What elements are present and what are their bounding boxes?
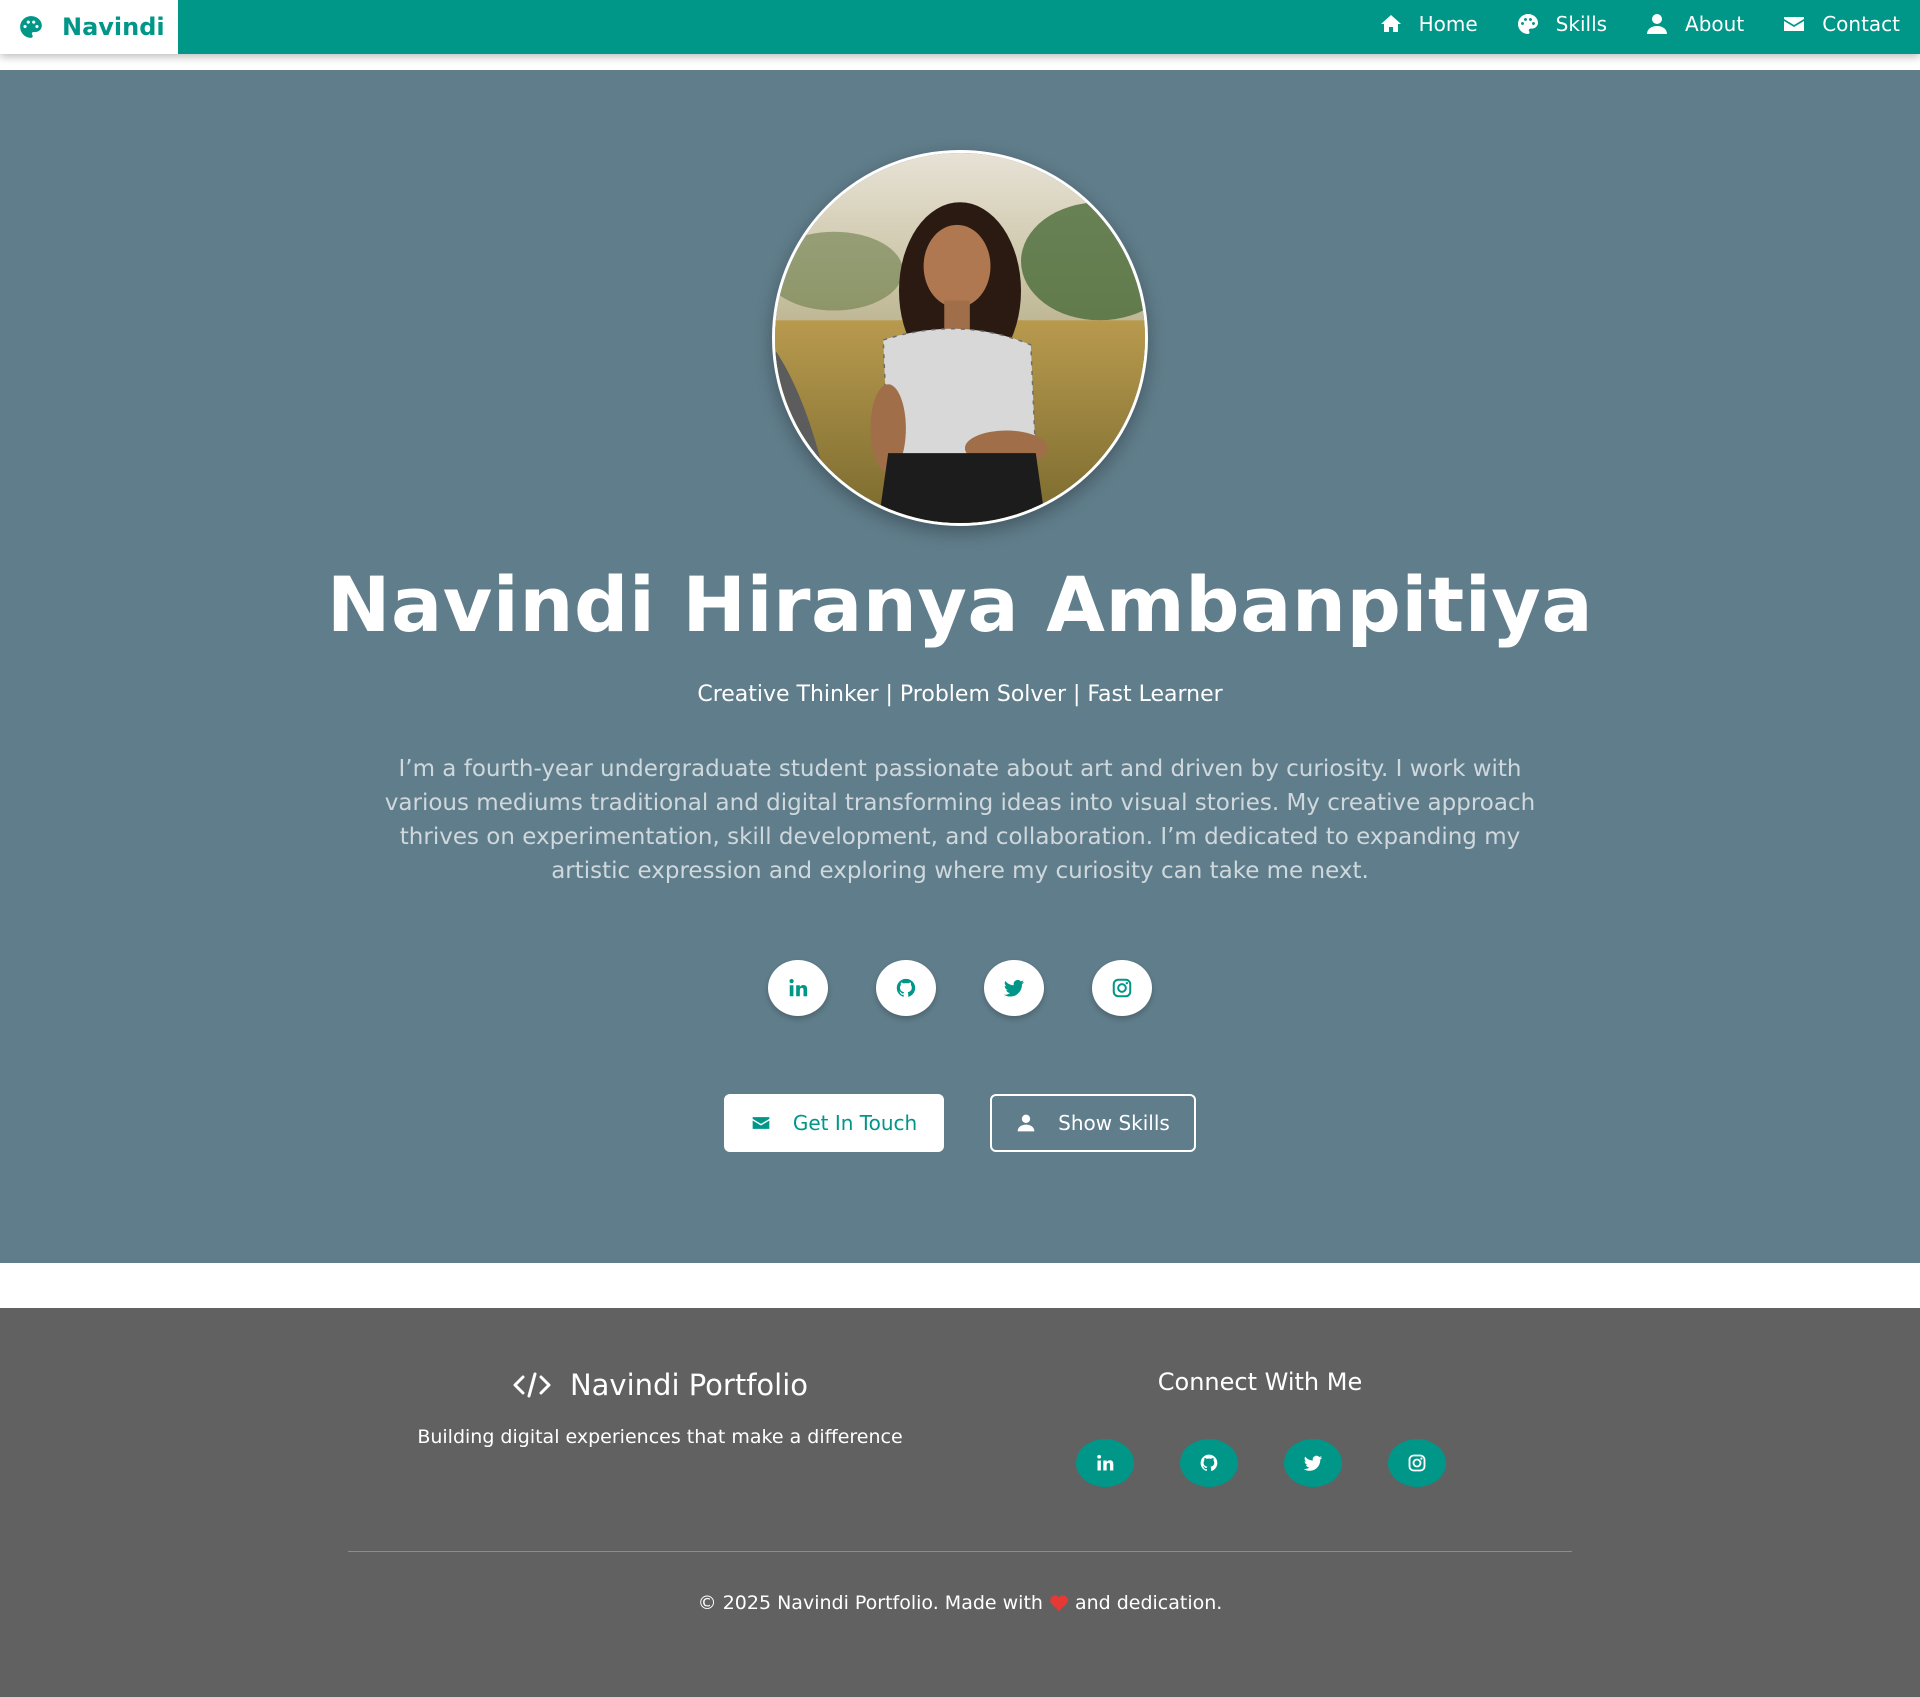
footer-divider <box>348 1551 1572 1552</box>
nav-link-label: About <box>1685 12 1745 36</box>
envelope-icon <box>1782 12 1806 36</box>
nav-links: Home Skills About Contact <box>1379 0 1900 48</box>
footer-description: Building digital experiences that make a… <box>417 1426 903 1448</box>
linkedin-icon <box>787 977 809 999</box>
footer-instagram-link[interactable] <box>1388 1439 1446 1487</box>
github-icon <box>1199 1453 1219 1473</box>
profile-photo <box>772 150 1148 526</box>
nav-link-label: Home <box>1418 12 1478 36</box>
hero-section: Navindi Hiranya Ambanpitiya Creative Thi… <box>0 70 1920 1263</box>
instagram-icon <box>1407 1453 1427 1473</box>
footer-github-link[interactable] <box>1180 1439 1238 1487</box>
brand-logo[interactable]: Navindi <box>0 0 178 54</box>
user-icon <box>1016 1113 1036 1133</box>
footer: Navindi Portfolio Building digital exper… <box>0 1308 1920 1697</box>
copyright-text: © 2025 Navindi Portfolio. Made with <box>697 1592 1043 1614</box>
hero-social-links <box>0 960 1920 1016</box>
nav-link-about[interactable]: About <box>1645 12 1744 36</box>
connect-title: Connect With Me <box>1157 1368 1363 1396</box>
home-icon <box>1379 12 1403 36</box>
show-skills-button[interactable]: Show Skills <box>990 1094 1196 1152</box>
palette-icon <box>18 14 44 40</box>
twitter-link[interactable] <box>984 960 1044 1016</box>
twitter-icon <box>1303 1453 1323 1473</box>
github-icon <box>895 977 917 999</box>
nav-link-contact[interactable]: Contact <box>1782 12 1900 36</box>
navbar: Navindi Home Skills About Contact <box>0 0 1920 54</box>
nav-link-skills[interactable]: Skills <box>1516 12 1607 36</box>
get-in-touch-button[interactable]: Get In Touch <box>724 1094 944 1152</box>
github-link[interactable] <box>876 960 936 1016</box>
footer-brand-name: Navindi Portfolio <box>569 1368 809 1402</box>
hero-name: Navindi Hiranya Ambanpitiya <box>326 560 1594 649</box>
copyright: © 2025 Navindi Portfolio. Made with and … <box>0 1592 1920 1614</box>
instagram-icon <box>1111 977 1133 999</box>
footer-brand: Navindi Portfolio <box>300 1368 1020 1402</box>
brand-name: Navindi <box>62 13 165 41</box>
linkedin-icon <box>1095 1453 1115 1473</box>
user-icon <box>1645 12 1669 36</box>
hero-tagline: Creative Thinker | Problem Solver | Fast… <box>697 682 1223 707</box>
linkedin-link[interactable] <box>768 960 828 1016</box>
heart-icon <box>1049 1594 1069 1612</box>
footer-linkedin-link[interactable] <box>1076 1439 1134 1487</box>
instagram-link[interactable] <box>1092 960 1152 1016</box>
nav-link-label: Skills <box>1555 12 1608 36</box>
envelope-icon <box>751 1113 771 1133</box>
show-skills-label: Show Skills <box>1058 1111 1170 1135</box>
nav-link-label: Contact <box>1822 12 1900 36</box>
code-icon <box>512 1370 552 1400</box>
footer-twitter-link[interactable] <box>1284 1439 1342 1487</box>
hero-bio: I’m a fourth-year undergraduate student … <box>384 756 1536 884</box>
copyright-text-end: and dedication. <box>1074 1592 1223 1614</box>
palette-icon <box>1516 12 1540 36</box>
nav-link-home[interactable]: Home <box>1379 12 1478 36</box>
get-in-touch-label: Get In Touch <box>792 1111 918 1135</box>
twitter-icon <box>1003 977 1025 999</box>
